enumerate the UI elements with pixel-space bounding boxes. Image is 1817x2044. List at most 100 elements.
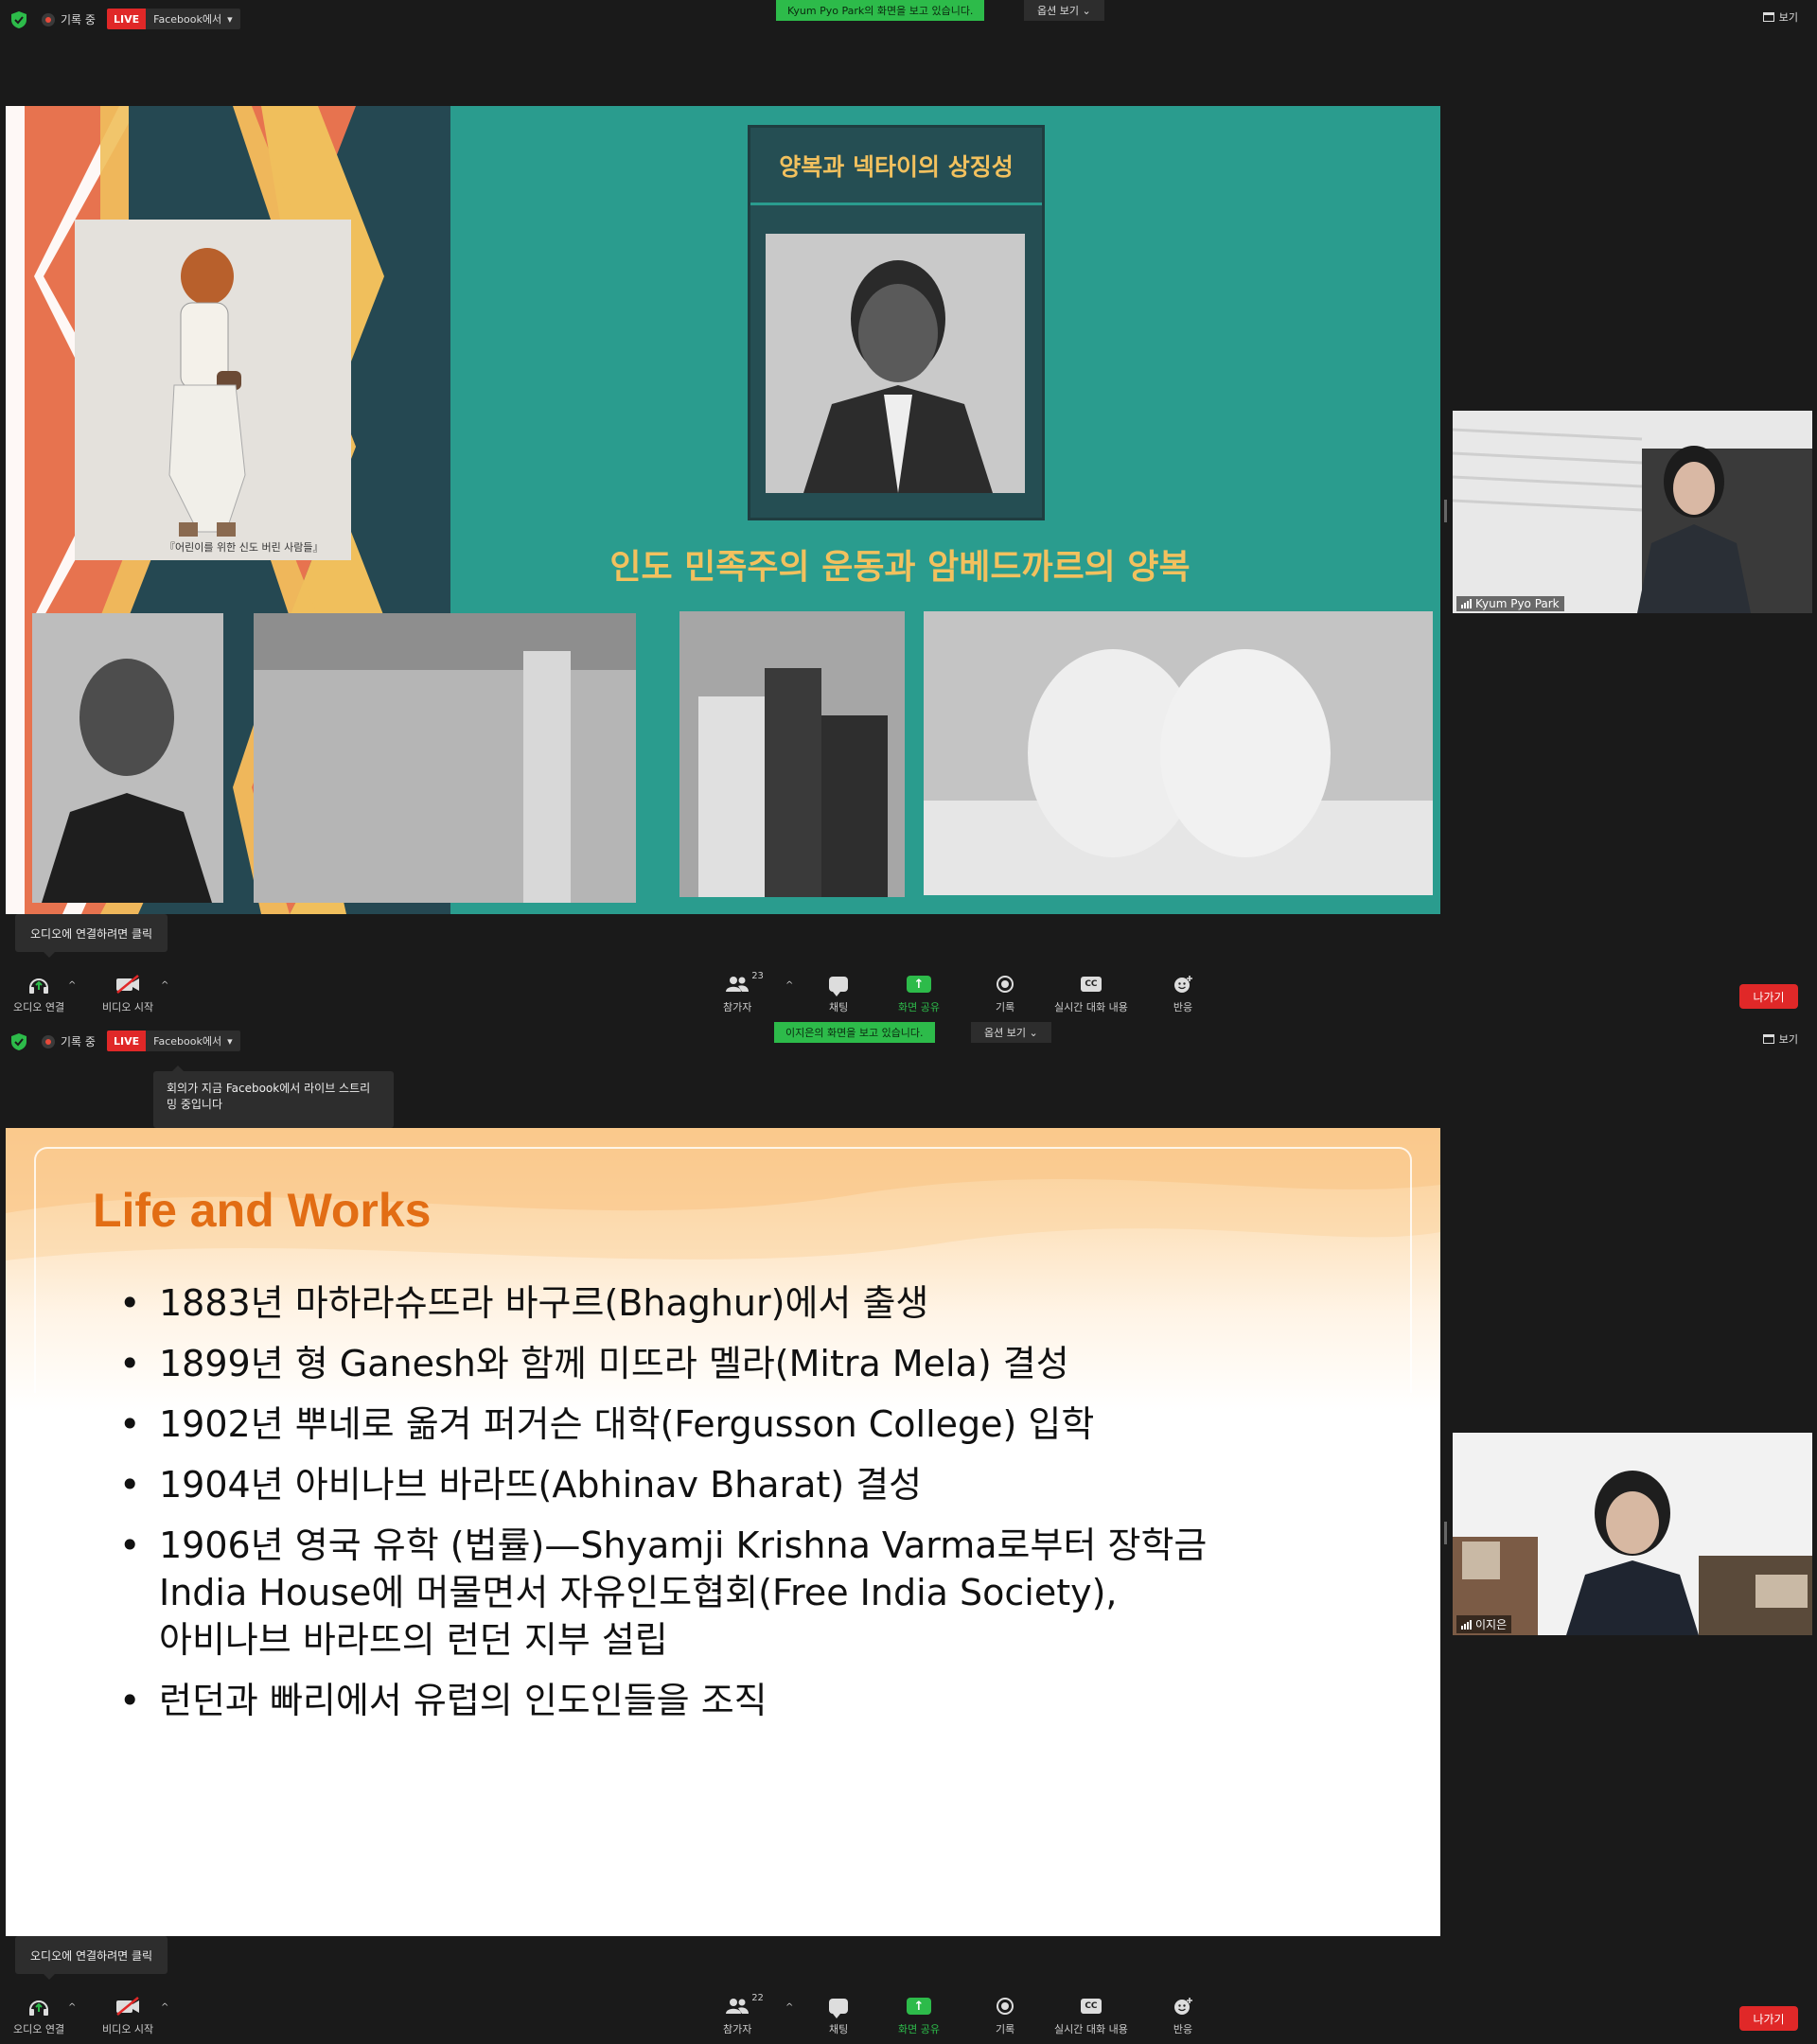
record-button[interactable]: 기록	[996, 975, 1014, 1014]
participants-count: 22	[751, 1993, 764, 2003]
live-stream-indicator[interactable]: LIVE Facebook에서 ▾	[107, 9, 240, 29]
audio-caret-icon[interactable]: ^	[68, 2002, 76, 2013]
record-label: 기록	[996, 1001, 1015, 1013]
recording-label: 기록 중	[61, 1035, 96, 1048]
view-button[interactable]: 보기	[1762, 9, 1798, 25]
video-start-label: 비디오 시작	[102, 1001, 154, 1013]
shield-check-icon[interactable]	[11, 1033, 26, 1050]
record-label: 기록	[996, 2023, 1015, 2035]
audio-connect-label: 오디오 연결	[13, 2023, 65, 2035]
panel-resize-handle[interactable]	[1444, 1522, 1447, 1544]
video-start-button[interactable]: 비디오 시작	[102, 975, 153, 1014]
live-transcript-button[interactable]: CC 실시간 대화 내용	[1054, 1997, 1128, 2036]
audio-tooltip: 오디오에 연결하려면 클릭	[15, 1936, 168, 1980]
slide-title: 양복과 넥타이의 상징성	[750, 128, 1042, 205]
portrait-figure	[766, 234, 1025, 493]
share-screen-label: 화면 공유	[898, 2023, 940, 2035]
participant-name-tag: 이지은	[1456, 1615, 1512, 1633]
viewing-banner: Kyum Pyo Park의 화면을 보고 있습니다.	[776, 0, 985, 21]
family-photo	[679, 611, 905, 897]
chevron-down-icon: ▾	[227, 1034, 233, 1048]
video-start-button[interactable]: 비디오 시작	[102, 1997, 153, 2036]
participant-video-tile[interactable]: Kyum Pyo Park	[1453, 411, 1812, 613]
chat-label: 채팅	[829, 2023, 849, 2035]
illustration-image: 『어린이를 위한 신도 버린 사람들』	[75, 220, 351, 560]
live-transcript-label: 실시간 대화 내용	[1054, 2023, 1128, 2035]
video-off-icon	[115, 975, 141, 994]
reactions-button[interactable]: 반응	[1173, 1997, 1193, 2036]
recording-indicator[interactable]: 기록 중	[42, 11, 96, 27]
participants-button[interactable]: 22 참가자	[723, 1993, 764, 2036]
participants-caret-icon[interactable]: ^	[785, 2002, 793, 2013]
participants-button[interactable]: 23 참가자	[723, 971, 764, 1014]
panel-resize-handle[interactable]	[1444, 500, 1447, 522]
bullet-text-continuation: India House에 머물면서 자유인도협회(Free India Soci…	[159, 1572, 1118, 1613]
view-options-label: 옵션 보기	[984, 1027, 1026, 1039]
record-button[interactable]: 기록	[996, 1997, 1014, 2036]
shield-check-icon[interactable]	[11, 11, 26, 28]
bullet-text: 1904년 아비나브 바라뜨(Abhinav Bharat) 결성	[159, 1464, 923, 1506]
share-screen-button[interactable]: ↑ 화면 공유	[898, 975, 940, 1014]
zoom-window-2: 기록 중 LIVE Facebook에서 ▾ 회의가 지금 Facebook에서 …	[0, 1022, 1817, 2044]
record-icon	[997, 1998, 1014, 2015]
chat-icon	[829, 1999, 849, 2018]
closed-caption-icon: CC	[1080, 977, 1102, 992]
view-options-button[interactable]: 옵션 보기 ⌄	[1024, 0, 1104, 21]
video-caret-icon[interactable]: ^	[161, 2002, 168, 2013]
participants-label: 참가자	[723, 2023, 752, 2035]
participants-count: 23	[751, 971, 764, 981]
share-screen-button[interactable]: ↑ 화면 공유	[898, 1997, 940, 2036]
view-button-label: 보기	[1778, 1033, 1798, 1046]
leave-button[interactable]: 나가기	[1739, 984, 1798, 1009]
grid-view-icon	[1762, 12, 1774, 22]
participant-video-tile[interactable]: 이지은	[1453, 1433, 1812, 1635]
bullet-text: 1906년 영국 유학 (법률)—Shyamji Krishna Varma로부…	[159, 1524, 1208, 1566]
view-button[interactable]: 보기	[1762, 1031, 1798, 1047]
participant-video	[1453, 1433, 1812, 1635]
view-options-button[interactable]: 옵션 보기 ⌄	[971, 1022, 1051, 1043]
audio-tooltip: 오디오에 연결하려면 클릭	[15, 914, 168, 958]
recording-label: 기록 중	[61, 13, 96, 26]
view-options-label: 옵션 보기	[1037, 5, 1079, 17]
signal-bars-icon	[1461, 599, 1472, 608]
list-item: 1883년 마하라슈뜨라 바구르(Bhaghur)에서 출생	[119, 1279, 1350, 1327]
chat-label: 채팅	[829, 1001, 849, 1013]
chat-icon	[829, 977, 849, 996]
bullet-text: 1883년 마하라슈뜨라 바구르(Bhaghur)에서 출생	[159, 1282, 929, 1324]
participants-caret-icon[interactable]: ^	[785, 980, 793, 991]
share-screen-icon: ↑	[906, 1998, 931, 2015]
bullet-text-continuation: 아비나브 바라뜨의 런던 지부 설립	[159, 1619, 668, 1661]
chevron-down-icon: ▾	[227, 12, 233, 26]
reactions-label: 반응	[1173, 1001, 1193, 1013]
bullet-text: 1899년 형 Ganesh와 함께 미뜨라 멜라(Mitra Mela) 결성	[159, 1343, 1069, 1384]
video-off-icon	[115, 1997, 141, 2016]
headphones-icon	[27, 975, 50, 994]
audio-connect-button[interactable]: 오디오 연결	[13, 975, 64, 1014]
shared-screen: Life and Works 1883년 마하라슈뜨라 바구르(Bhaghur)…	[6, 1128, 1440, 1936]
view-button-label: 보기	[1778, 11, 1798, 24]
audio-caret-icon[interactable]: ^	[68, 980, 76, 991]
video-caret-icon[interactable]: ^	[161, 980, 168, 991]
record-dot-icon	[42, 12, 55, 26]
reactions-button[interactable]: 반응	[1173, 975, 1193, 1014]
smiley-plus-icon	[1173, 975, 1193, 994]
meeting-toolbar: 오디오 연결 ^ 비디오 시작 ^ 22 참가자 ^ 채팅 ↑ 화면 공유 기록…	[0, 1987, 1817, 2044]
participants-icon: 22	[725, 1993, 764, 2016]
gandhi-portrait-figure	[32, 613, 223, 903]
recording-indicator[interactable]: 기록 중	[42, 1033, 96, 1049]
signal-bars-icon	[1461, 1619, 1472, 1630]
list-item: 런던과 빠리에서 유럽의 인도인들을 조직	[119, 1677, 1350, 1724]
live-stream-tooltip: 회의가 지금 Facebook에서 라이브 스트리밍 중입니다	[153, 1066, 394, 1128]
crowd-photo	[254, 613, 636, 903]
chat-button[interactable]: 채팅	[829, 1997, 848, 2036]
bullet-list: 1883년 마하라슈뜨라 바구르(Bhaghur)에서 출생 1899년 형 G…	[119, 1279, 1350, 1737]
record-icon	[997, 976, 1014, 993]
live-stream-indicator[interactable]: LIVE Facebook에서 ▾	[107, 1031, 240, 1051]
live-transcript-button[interactable]: CC 실시간 대화 내용	[1054, 975, 1128, 1014]
reactions-label: 반응	[1173, 2023, 1193, 2035]
leave-button[interactable]: 나가기	[1739, 2006, 1798, 2031]
participants-label: 참가자	[723, 1001, 752, 1013]
audio-connect-button[interactable]: 오디오 연결	[13, 1997, 64, 2036]
chat-button[interactable]: 채팅	[829, 975, 848, 1014]
live-transcript-label: 실시간 대화 내용	[1054, 1001, 1128, 1013]
